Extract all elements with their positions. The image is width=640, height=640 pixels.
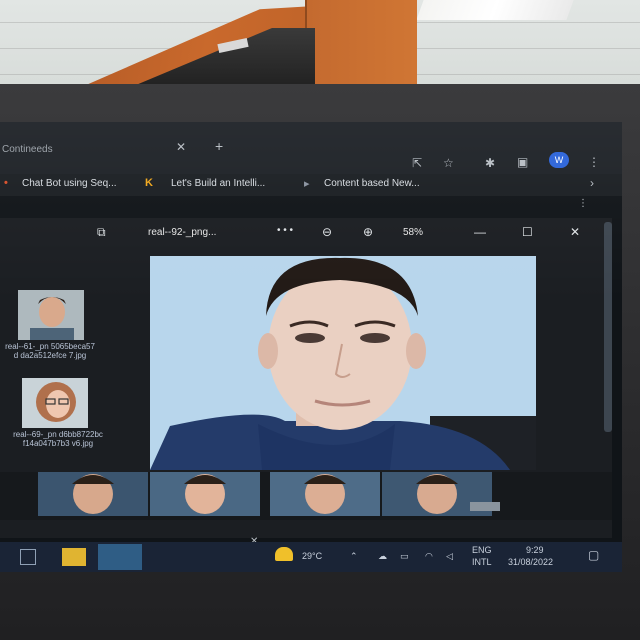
language-layout[interactable]: INTL — [472, 557, 492, 567]
new-tab-icon[interactable]: + — [215, 138, 223, 154]
portrait-smiling-man — [18, 290, 84, 340]
cloud-icon[interactable]: ☁ — [378, 551, 387, 562]
wifi-icon[interactable]: ◠ — [425, 551, 433, 562]
weather-temperature[interactable]: 29°C — [302, 551, 322, 561]
main-photo — [150, 256, 536, 470]
star-icon[interactable]: ☆ — [443, 156, 454, 170]
task-view-icon[interactable] — [20, 549, 36, 565]
filmstrip-thumbnail[interactable] — [38, 472, 148, 516]
share-icon[interactable]: ⇱ — [412, 156, 422, 170]
language-code[interactable]: ENG — [472, 545, 492, 555]
thumbnail-caption: real--69-_pn d6bb8722bc f14a047b7b3 v6.j… — [13, 430, 103, 448]
profile-avatar[interactable]: W — [549, 152, 569, 168]
weather-icon — [275, 547, 293, 561]
sidebar-icon[interactable]: ▣ — [517, 155, 528, 169]
k-logo-icon: K — [145, 177, 153, 189]
minimize-icon[interactable]: — — [474, 225, 486, 239]
maximize-icon[interactable]: ☐ — [522, 225, 533, 239]
menu-icon[interactable]: ⋮ — [588, 155, 600, 169]
portrait-thumbnail — [38, 472, 148, 516]
overflow-icon[interactable]: ⋮ — [578, 198, 588, 209]
portrait-thumbnail — [150, 472, 260, 516]
thumbnail-photo[interactable] — [22, 378, 88, 428]
file-explorer-icon[interactable] — [62, 548, 86, 566]
bookmark-content-based[interactable]: Content based New... — [324, 178, 420, 189]
viewer-titlebar: ⧉ real--92-_png... • • • ⊖ ⊕ 58% — ☐ ✕ — [0, 218, 612, 248]
close-tab-icon[interactable]: ✕ — [176, 140, 186, 154]
filmstrip-thumbnail[interactable] — [270, 472, 380, 516]
bookmark-icon: • — [4, 177, 8, 189]
filmstrip-thumbnail[interactable] — [150, 472, 260, 516]
extensions-icon[interactable]: ✱ — [485, 156, 495, 170]
close-window-icon[interactable]: ✕ — [570, 225, 580, 239]
bookmark-intelligent[interactable]: Let's Build an Intelli... — [171, 178, 265, 189]
zoom-out-icon[interactable]: ⊖ — [322, 225, 332, 239]
wood-panel — [305, 0, 417, 88]
battery-icon[interactable]: ▭ — [400, 551, 409, 562]
zoom-level: 58% — [403, 227, 424, 238]
notifications-icon[interactable]: ▢ — [588, 548, 599, 562]
bookmarks-more-icon[interactable]: › — [590, 176, 594, 190]
volume-icon[interactable]: ◁ — [446, 551, 453, 562]
thumbnail-photo[interactable] — [18, 290, 84, 340]
portrait-woman-glasses — [22, 378, 88, 428]
edit-icon[interactable]: ⧉ — [97, 225, 106, 240]
clock-date[interactable]: 31/08/2022 — [508, 557, 553, 567]
thumbnail-caption: real--61-_pn 5065beca57d da2a512efce 7.j… — [5, 342, 95, 360]
bookmark-chatbot[interactable]: Chat Bot using Seq... — [22, 178, 117, 189]
portrait-young-man — [150, 256, 536, 470]
portrait-thumbnail — [270, 472, 380, 516]
bookmark-icon: ▸ — [304, 178, 310, 190]
ceiling-light — [416, 0, 574, 20]
clock-time[interactable]: 9:29 — [526, 545, 544, 555]
monitor-screen: Contineeds ✕ + ⇱ ☆ ✱ ▣ W ⋮ • Chat Bot us… — [0, 122, 622, 572]
vertical-scrollbar[interactable] — [604, 222, 612, 432]
photo-filename: real--92-_png... — [148, 227, 217, 238]
taskbar: 29°C ⌃ ☁ ▭ ◠ ◁ ENG INTL 9:29 31/08/2022 … — [0, 542, 622, 572]
filmstrip — [0, 472, 612, 520]
tray-chevron-icon[interactable]: ⌃ — [350, 551, 358, 562]
more-options-button[interactable]: • • • — [277, 225, 293, 236]
filmstrip-scroll-indicator[interactable] — [470, 502, 500, 511]
browser-tab-title[interactable]: Contineeds — [2, 144, 53, 155]
zoom-in-icon[interactable]: ⊕ — [363, 225, 373, 239]
photos-app-icon[interactable] — [98, 544, 142, 570]
bookmarks-bar: • Chat Bot using Seq... K Let's Build an… — [0, 174, 622, 196]
